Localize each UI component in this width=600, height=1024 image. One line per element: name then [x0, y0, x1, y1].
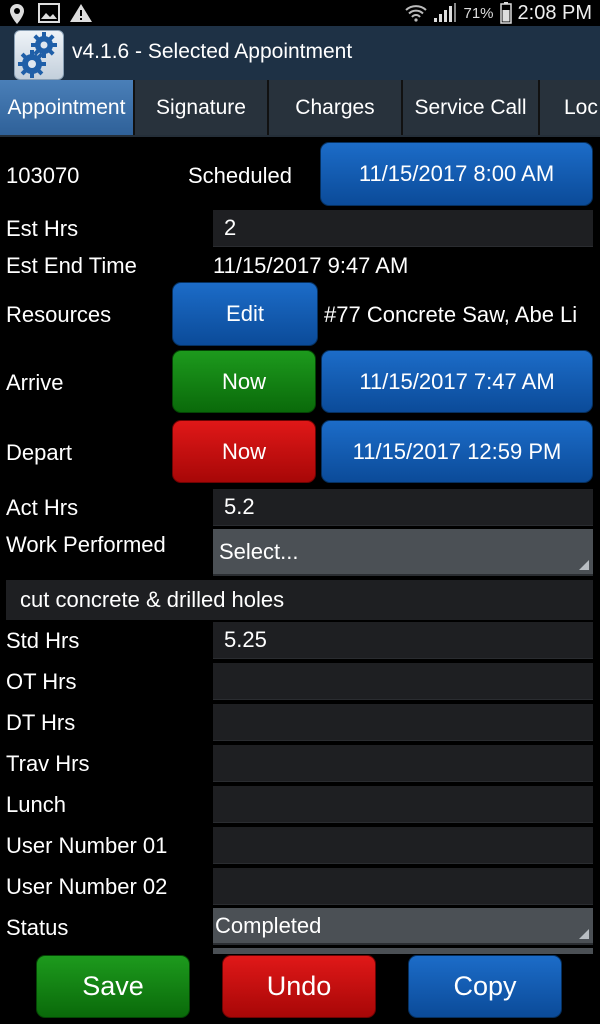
resources-value: #77 Concrete Saw, Abe Li	[324, 302, 578, 327]
dt-hrs-field[interactable]	[213, 704, 593, 741]
work-performed-label: Work Performed	[6, 532, 166, 557]
dropdown-corner-icon	[579, 929, 589, 939]
arrive-now-button[interactable]: Now	[172, 350, 316, 413]
arrive-datetime-button[interactable]: 11/15/2017 7:47 AM	[321, 350, 593, 413]
status-selected: Completed	[215, 912, 322, 938]
image-icon	[38, 3, 60, 23]
depart-datetime-button[interactable]: 11/15/2017 12:59 PM	[321, 420, 593, 483]
est-end-time-label: Est End Time	[6, 253, 137, 278]
copy-button[interactable]: Copy	[408, 955, 562, 1018]
resources-label: Resources	[6, 302, 112, 327]
tab-charges[interactable]: Charges	[269, 80, 403, 135]
std-hrs-label: Std Hrs	[6, 628, 80, 653]
std-hrs-field[interactable]: 5.25	[213, 622, 593, 659]
page-title: v4.1.6 - Selected Appointment	[72, 40, 353, 63]
save-button[interactable]: Save	[36, 955, 190, 1018]
title-bar: v4.1.6 - Selected Appointment	[0, 26, 600, 82]
dropdown-corner-icon	[579, 560, 589, 570]
appointment-status: Scheduled	[188, 163, 292, 188]
tab-service-call[interactable]: Service Call	[403, 80, 540, 135]
est-hrs-field[interactable]: 2	[213, 210, 593, 247]
edit-resources-button[interactable]: Edit	[172, 282, 318, 346]
warning-icon	[70, 4, 92, 22]
tab-appointment[interactable]: Appointment	[0, 80, 135, 135]
clock: 2:08 PM	[517, 1, 592, 24]
act-hrs-label: Act Hrs	[6, 495, 79, 520]
signal-icon	[434, 3, 457, 22]
ot-hrs-label: OT Hrs	[6, 669, 77, 694]
next-field-edge	[213, 948, 593, 954]
tab-bar: Appointment Signature Charges Service Ca…	[0, 80, 600, 139]
trav-hrs-label: Trav Hrs	[6, 751, 90, 776]
battery-percent: 71%	[463, 4, 494, 22]
est-hrs-label: Est Hrs	[6, 216, 79, 241]
work-notes-field[interactable]: cut concrete & drilled holes	[6, 580, 593, 620]
battery-icon	[499, 2, 512, 24]
appointment-number: 103070	[6, 163, 80, 188]
location-icon	[10, 4, 24, 24]
user-number-02-field[interactable]	[213, 868, 593, 905]
est-end-time-value: 11/15/2017 9:47 AM	[213, 253, 409, 278]
lunch-field[interactable]	[213, 786, 593, 823]
work-performed-selected: Select...	[219, 538, 299, 564]
trav-hrs-field[interactable]	[213, 745, 593, 782]
user-number-01-field[interactable]	[213, 827, 593, 864]
tab-signature[interactable]: Signature	[135, 80, 269, 135]
work-performed-select[interactable]: Select...	[213, 529, 593, 576]
lunch-label: Lunch	[6, 792, 66, 817]
scheduled-datetime-button[interactable]: 11/15/2017 8:00 AM	[320, 142, 593, 206]
ot-hrs-field[interactable]	[213, 663, 593, 700]
depart-now-button[interactable]: Now	[172, 420, 316, 483]
tab-location[interactable]: Loc	[540, 80, 600, 135]
status-bar: 71% 2:08 PM	[0, 0, 600, 26]
dt-hrs-label: DT Hrs	[6, 710, 76, 735]
depart-label: Depart	[6, 440, 73, 465]
undo-button[interactable]: Undo	[222, 955, 376, 1018]
status-label: Status	[6, 915, 69, 940]
status-select[interactable]: Completed	[213, 908, 593, 945]
arrive-label: Arrive	[6, 370, 64, 395]
user-number-01-label: User Number 01	[6, 833, 168, 858]
wifi-icon	[405, 5, 428, 22]
user-number-02-label: User Number 02	[6, 874, 168, 899]
gears-icon[interactable]	[14, 30, 64, 80]
act-hrs-field[interactable]: 5.2	[213, 489, 593, 526]
